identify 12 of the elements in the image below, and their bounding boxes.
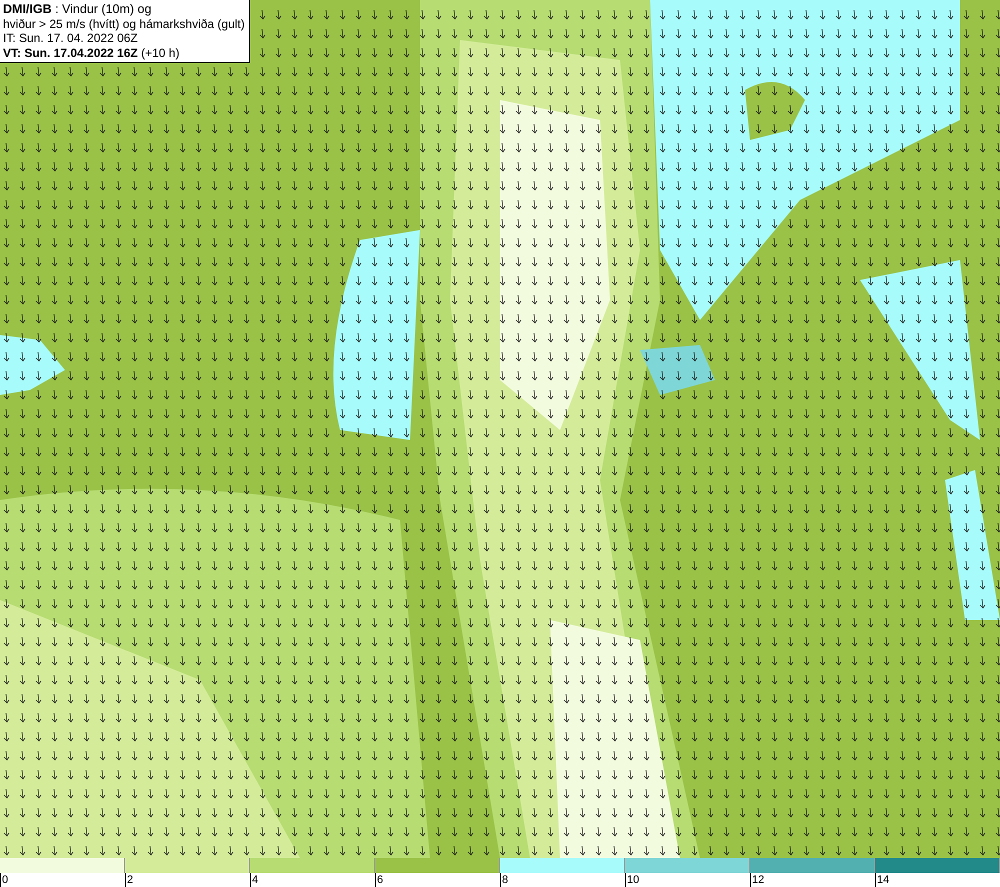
legend-label: 8 — [500, 873, 508, 887]
info-line: IT: Sun. 17. 04. 2022 06Z — [3, 31, 139, 46]
legend-label: 4 — [250, 873, 258, 887]
legend-label: 12 — [750, 873, 764, 887]
info-line: VT: Sun. 17.04.2022 16Z (+10 h) — [3, 46, 180, 60]
legend-label: 14 — [875, 873, 890, 887]
legend-label: 0 — [0, 873, 8, 887]
info-line: hviður > 25 m/s (hvítt) og hámarkshviða (gult) — [3, 16, 245, 31]
info-line: DMI/IGB : Vindur (10m) og — [3, 2, 152, 16]
legend-label: 6 — [375, 873, 384, 887]
legend-label: 10 — [625, 873, 640, 887]
legend-label: 2 — [125, 873, 134, 887]
